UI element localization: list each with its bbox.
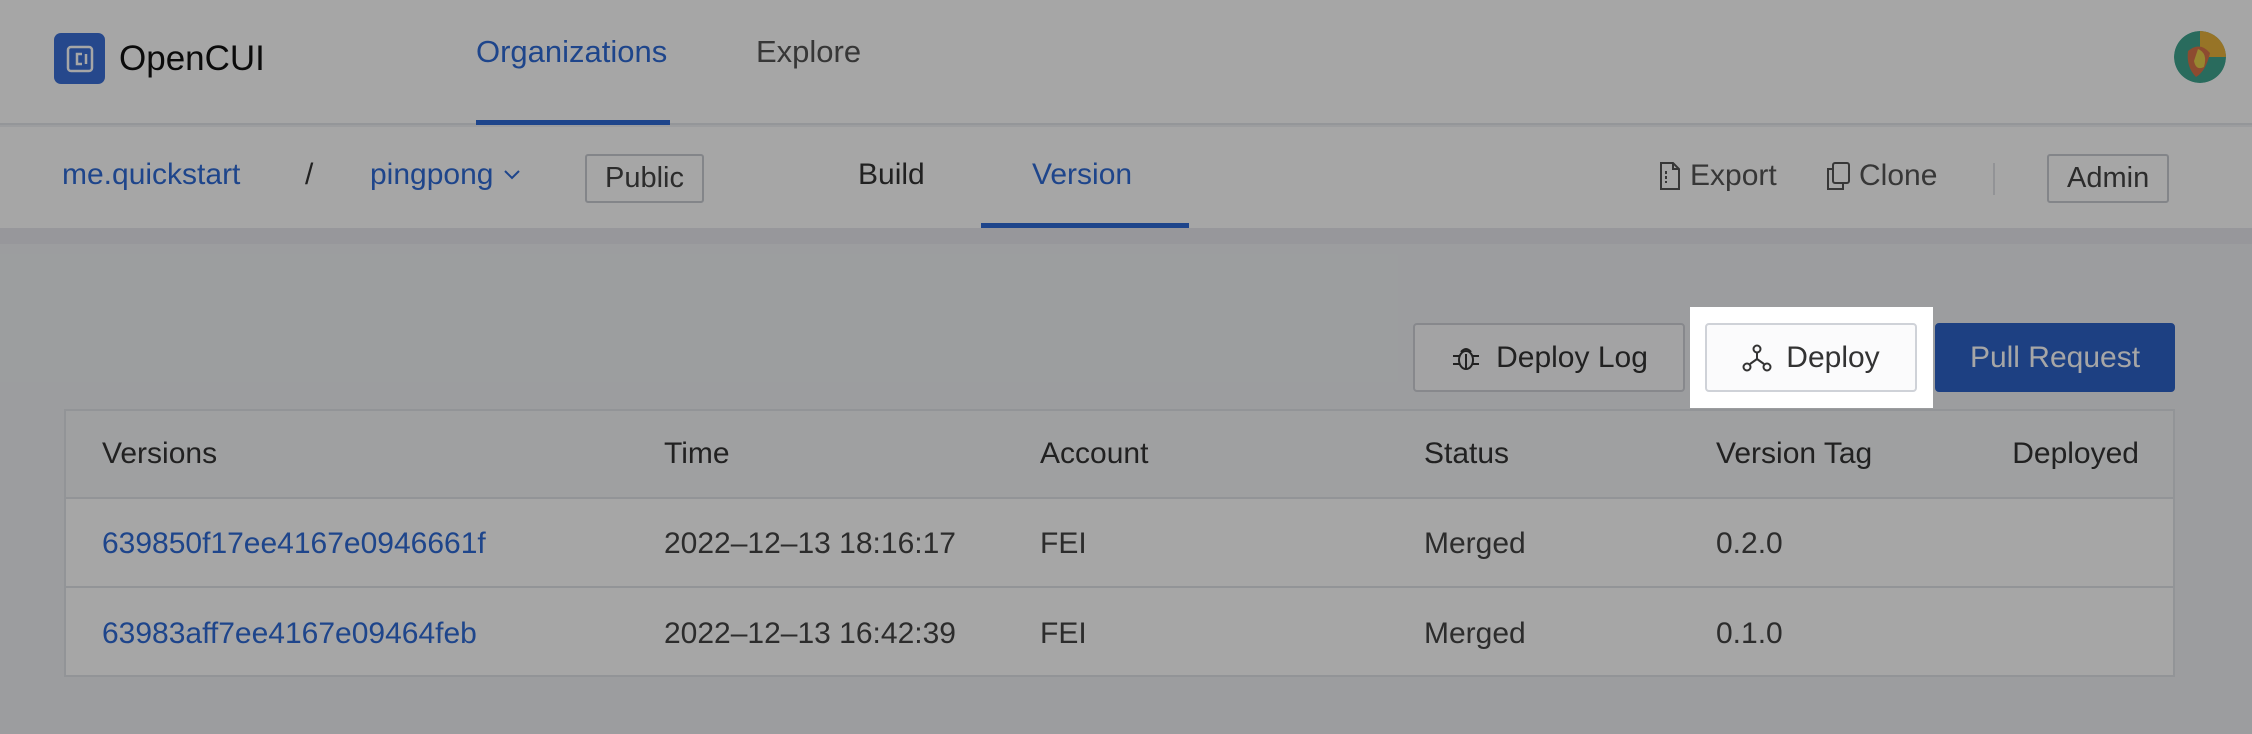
top-nav: OpenCUI Organizations Explore xyxy=(0,0,2252,125)
tab-explore[interactable]: Explore xyxy=(756,34,861,70)
divider xyxy=(1993,163,1995,195)
version-time: 2022–12–13 16:42:39 xyxy=(664,616,956,650)
table-header-row: Versions Time Account Status Version Tag… xyxy=(66,411,2173,499)
version-account: FEI xyxy=(1040,616,1087,650)
table-row: 639850f17ee4167e0946661f 2022–12–13 18:1… xyxy=(66,501,2173,588)
versions-table: Versions Time Account Status Version Tag… xyxy=(64,409,2175,677)
visibility-badge: Public xyxy=(585,154,704,203)
version-link[interactable]: 639850f17ee4167e0946661f xyxy=(102,501,486,586)
pull-request-button[interactable]: Pull Request xyxy=(1935,323,2175,392)
export-button[interactable]: Export xyxy=(1658,159,1777,193)
logo[interactable]: OpenCUI xyxy=(54,33,265,84)
version-tag: 0.2.0 xyxy=(1716,526,1783,560)
header-time: Time xyxy=(664,437,730,470)
header-deployed: Deployed xyxy=(2012,437,2139,470)
version-link[interactable]: 63983aff7ee4167e09464feb xyxy=(102,590,477,677)
export-label: Export xyxy=(1690,159,1777,192)
deploy-log-button[interactable]: Deploy Log xyxy=(1413,323,1685,392)
header-account: Account xyxy=(1040,437,1149,470)
project-subnav: me.quickstart / pingpong Public Build Ve… xyxy=(0,127,2252,228)
breadcrumb-org[interactable]: me.quickstart xyxy=(62,158,240,192)
tab-version[interactable]: Version xyxy=(1032,158,1132,192)
version-status: Merged xyxy=(1424,616,1526,650)
tab-build[interactable]: Build xyxy=(858,158,925,192)
page: OpenCUI Organizations Explore me.quickst… xyxy=(0,0,2252,734)
clone-label: Clone xyxy=(1859,159,1938,192)
subnav-shadow xyxy=(0,228,2252,244)
deploy-log-label: Deploy Log xyxy=(1496,340,1648,374)
deploy-icon xyxy=(1742,344,1772,371)
version-account: FEI xyxy=(1040,526,1087,560)
table-row: 63983aff7ee4167e09464feb 2022–12–13 16:4… xyxy=(66,590,2173,677)
deploy-label: Deploy xyxy=(1786,340,1880,374)
version-tag: 0.1.0 xyxy=(1716,616,1783,650)
version-time: 2022–12–13 18:16:17 xyxy=(664,526,956,560)
export-icon xyxy=(1660,162,1680,190)
deploy-button[interactable]: Deploy xyxy=(1705,323,1917,392)
project-selector[interactable]: pingpong xyxy=(370,158,521,192)
active-tab-indicator xyxy=(476,120,670,125)
breadcrumb-separator: / xyxy=(305,158,314,191)
clone-button[interactable]: Clone xyxy=(1825,159,1937,193)
opencui-logo-icon xyxy=(54,33,105,84)
tab-organizations[interactable]: Organizations xyxy=(476,34,667,70)
app-name: OpenCUI xyxy=(119,38,265,78)
admin-button[interactable]: Admin xyxy=(2047,154,2170,203)
header-status: Status xyxy=(1424,437,1510,470)
clone-icon xyxy=(1827,162,1850,190)
version-status: Merged xyxy=(1424,526,1526,560)
header-versions: Versions xyxy=(102,437,218,470)
bug-icon xyxy=(1453,347,1480,370)
header-version-tag: Version Tag xyxy=(1716,437,1873,470)
chevron-down-icon xyxy=(504,170,521,180)
project-name: pingpong xyxy=(370,158,494,191)
user-avatar[interactable] xyxy=(2174,31,2226,83)
